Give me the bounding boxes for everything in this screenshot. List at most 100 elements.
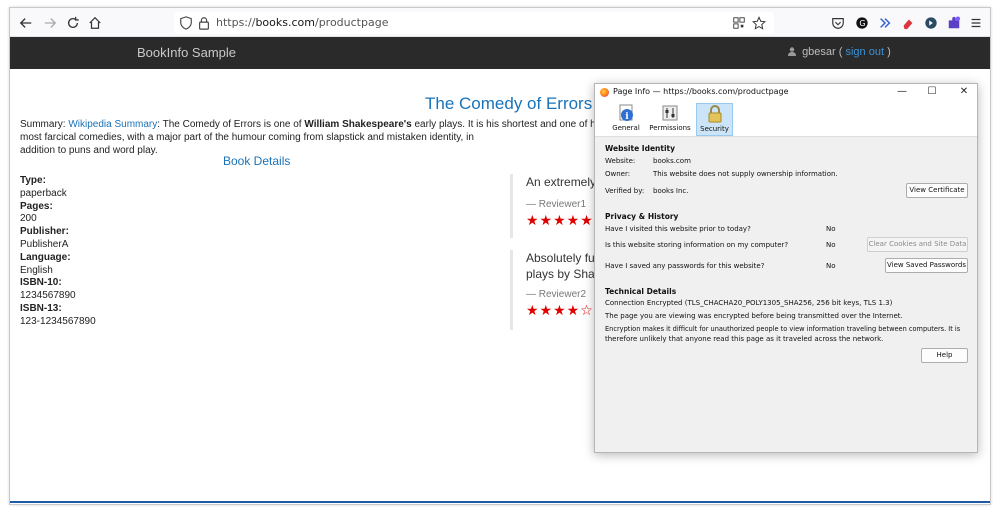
info-icon: i [617, 104, 635, 122]
permissions-icon [661, 104, 679, 122]
detail-value: English [20, 264, 53, 276]
review-block: Absolutely fun and entertaining. The pla… [510, 250, 600, 330]
detail-key: Type: [20, 175, 46, 186]
review-text: An extremely entertaining play by Shakes… [526, 175, 600, 189]
detail-key: ISBN-13: [20, 302, 62, 314]
detail-value: paperback [20, 187, 67, 199]
home-icon[interactable] [85, 13, 105, 33]
detail-key: ISBN-10: [20, 277, 62, 289]
review-text-line2: plays by Shakespeare. [526, 267, 600, 281]
storing-answer: No [826, 241, 836, 249]
tech-explain-2: therefore unlikely that anyone read this… [605, 335, 884, 343]
back-icon[interactable] [16, 13, 36, 33]
detail-value: PublisherA [20, 238, 69, 250]
url-text[interactable]: https://books.com/productpage [216, 16, 388, 29]
summary-author: William Shakespeare's [304, 119, 412, 130]
product-summary: Summary: Wikipedia Summary: The Comedy o… [20, 118, 620, 157]
url-scheme: https:// [216, 16, 256, 29]
page-bottom-border [10, 501, 990, 503]
verified-label: Verified by: [605, 187, 645, 195]
tab-permissions[interactable]: Permissions [649, 103, 691, 136]
passwords-question: Have I saved any passwords for this webs… [605, 262, 765, 270]
user-area: gbesar ( sign out ) [788, 46, 891, 58]
website-value: books.com [653, 157, 691, 165]
verified-value: books Inc. [653, 187, 689, 195]
summary-text-a: : The Comedy of Errors is one of [157, 119, 305, 130]
maximize-icon[interactable]: ☐ [925, 86, 939, 98]
url-bar[interactable]: https://books.com/productpage [174, 12, 774, 34]
reviewer-name: — Reviewer2 [526, 289, 587, 300]
menu-icon[interactable] [966, 13, 986, 33]
tab-security-label: Security [700, 125, 729, 133]
dialog-titlebar[interactable]: Page Info — https://books.com/productpag… [595, 84, 977, 101]
signout-paren-close: ) [884, 46, 891, 58]
help-button[interactable]: Help [921, 348, 968, 363]
lock-icon[interactable] [194, 13, 214, 33]
extension-arrow-icon[interactable] [875, 13, 895, 33]
url-host: books.com [255, 16, 315, 29]
reviewer-name: — Reviewer1 [526, 199, 587, 210]
visited-answer: No [826, 225, 836, 233]
wikipedia-link[interactable]: Wikipedia Summary [68, 119, 157, 130]
review-block: An extremely entertaining play by Shakes… [510, 174, 600, 238]
page-info-dialog: Page Info — https://books.com/productpag… [594, 83, 978, 453]
reload-icon[interactable] [63, 13, 83, 33]
tab-general-label: General [612, 124, 640, 132]
detail-key: Publisher: [20, 226, 69, 238]
owner-label: Owner: [605, 170, 631, 178]
qr-icon[interactable] [729, 13, 749, 33]
shield-icon[interactable] [176, 13, 196, 33]
view-certificate-button[interactable]: View Certificate [906, 183, 968, 198]
visited-question: Have I visited this website prior to tod… [605, 225, 751, 233]
signout-link[interactable]: sign out [845, 46, 884, 58]
owner-value: This website does not supply ownership i… [653, 170, 838, 178]
identity-heading: Website Identity [605, 144, 675, 153]
user-icon [788, 47, 796, 56]
forward-icon[interactable] [40, 13, 60, 33]
tab-security[interactable]: Security [696, 103, 733, 136]
dialog-title: Page Info — https://books.com/productpag… [613, 87, 789, 96]
passwords-answer: No [826, 262, 836, 270]
minimize-icon[interactable]: — [895, 86, 909, 98]
browser-toolbar: https://books.com/productpage G [10, 8, 990, 37]
detail-value: 1234567890 [20, 290, 76, 302]
username: gbesar [802, 46, 836, 58]
url-path: /productpage [314, 16, 389, 29]
book-details-heading: Book Details [223, 154, 291, 168]
app-header: BookInfo Sample gbesar ( sign out ) [10, 37, 990, 69]
review-text: Absolutely fun and entertaining. The pla… [526, 251, 600, 265]
view-saved-passwords-button[interactable]: View Saved Passwords [885, 258, 968, 273]
app-title[interactable]: BookInfo Sample [137, 45, 236, 60]
firefox-logo-icon [600, 88, 609, 97]
website-label: Website: [605, 157, 636, 165]
clear-cookies-button[interactable]: Clear Cookies and Site Data [867, 237, 968, 252]
tab-general[interactable]: i General [609, 103, 643, 136]
rating-stars: ★★★★☆ [526, 303, 594, 319]
dialog-tabs: i General Permissions Security [595, 101, 977, 137]
extension-puzzle-icon[interactable] [944, 13, 964, 33]
star-icon[interactable] [749, 13, 769, 33]
tech-encrypted: The page you are viewing was encrypted b… [605, 312, 903, 320]
detail-value: 123-1234567890 [20, 315, 96, 327]
privacy-heading: Privacy & History [605, 212, 679, 221]
tech-connection: Connection Encrypted (TLS_CHACHA20_POLY1… [605, 299, 893, 307]
summary-text-c: addition to puns and word play. [20, 145, 158, 156]
svg-text:G: G [859, 19, 865, 28]
detail-key: Pages: [20, 200, 53, 212]
svg-text:i: i [625, 112, 629, 122]
pocket-icon[interactable] [828, 13, 848, 33]
book-details: Type: paperback Pages: 200 Publisher: Pu… [20, 175, 96, 329]
tab-permissions-label: Permissions [649, 124, 691, 132]
storing-question: Is this website storing information on m… [605, 241, 789, 249]
rating-stars: ★★★★★ [526, 213, 594, 229]
detail-key: Language: [20, 251, 71, 263]
close-icon[interactable]: ✕ [957, 86, 971, 98]
tech-explain-1: Encryption makes it difficult for unauth… [605, 325, 961, 333]
technical-heading: Technical Details [605, 287, 677, 296]
extension-circle-icon[interactable] [921, 13, 941, 33]
extension-eraser-icon[interactable] [898, 13, 918, 33]
summary-label: Summary: [20, 119, 69, 130]
detail-value: 200 [20, 213, 37, 225]
extension-g-icon[interactable]: G [852, 13, 872, 33]
padlock-icon [706, 105, 724, 123]
